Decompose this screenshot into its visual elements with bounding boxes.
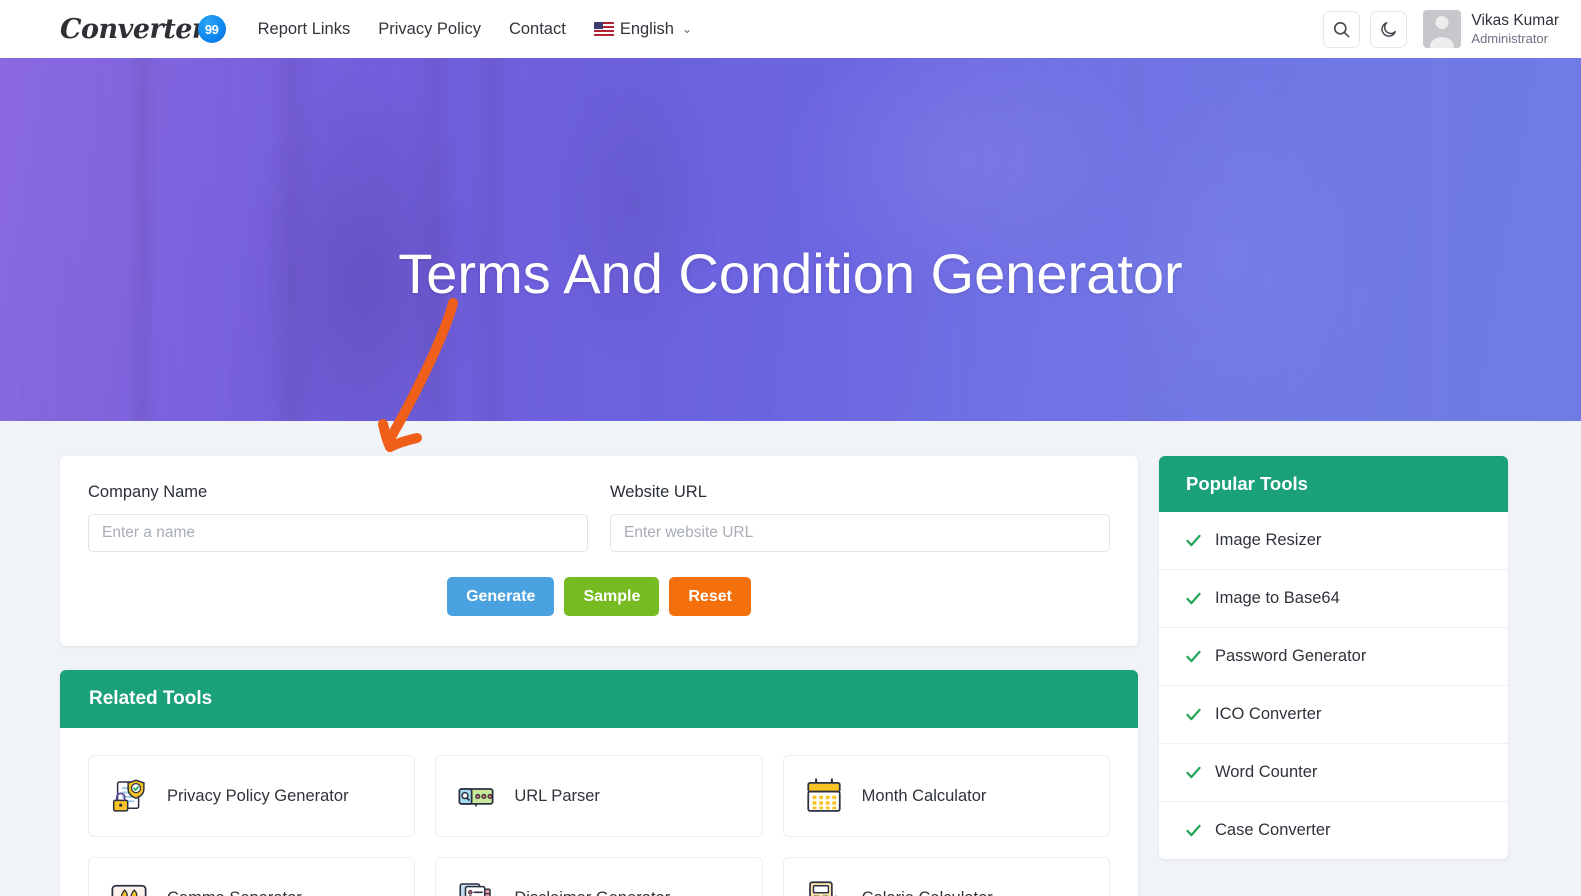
form-buttons: Generate Sample Reset <box>88 577 1110 617</box>
main-navigation: Report Links Privacy Policy Contact Engl… <box>258 20 692 39</box>
check-icon <box>1186 534 1201 547</box>
related-tools-panel: Related Tools Privacy Policy Generator U… <box>60 670 1138 896</box>
popular-tool-label: Password Generator <box>1215 647 1367 665</box>
related-tool-label: Calorie Calculator <box>862 889 993 896</box>
check-icon <box>1186 708 1201 721</box>
left-column: Company Name Website URL Generate Sample… <box>60 456 1138 896</box>
popular-tool-password-generator[interactable]: Password Generator <box>1159 628 1508 686</box>
search-icon <box>1334 21 1350 37</box>
related-tool-label: Privacy Policy Generator <box>167 786 349 805</box>
popular-tool-image-to-base64[interactable]: Image to Base64 <box>1159 570 1508 628</box>
user-menu[interactable]: Vikas Kumar Administrator <box>1423 10 1559 48</box>
generate-button[interactable]: Generate <box>447 577 555 617</box>
popular-tool-image-resizer[interactable]: Image Resizer <box>1159 512 1508 570</box>
website-url-input[interactable] <box>610 514 1110 552</box>
popular-tool-label: Image Resizer <box>1215 531 1322 549</box>
header-actions: Vikas Kumar Administrator <box>1323 10 1559 48</box>
calculator-apple-icon <box>808 881 837 896</box>
popular-tool-case-converter[interactable]: Case Converter <box>1159 802 1508 859</box>
logo-text: Converter <box>60 13 206 45</box>
checklist-pencil-icon <box>459 883 492 896</box>
website-url-label: Website URL <box>610 483 707 501</box>
popular-tool-label: ICO Converter <box>1215 705 1322 723</box>
related-tools-grid: Privacy Policy Generator URL Parser Mont… <box>60 728 1138 896</box>
site-header: Converter 99 Report Links Privacy Policy… <box>0 0 1581 58</box>
related-tool-label: Comma Separator <box>167 889 302 896</box>
related-tool-label: Disclaimer Generator <box>514 889 670 896</box>
company-name-field-group: Company Name <box>88 483 588 552</box>
url-parser-icon <box>458 788 494 807</box>
us-flag-icon <box>593 22 614 36</box>
related-tool-url-parser[interactable]: URL Parser <box>435 755 763 838</box>
dark-mode-toggle[interactable] <box>1370 10 1408 48</box>
popular-tools-panel: Popular Tools Image Resizer Image to Bas… <box>1159 456 1508 859</box>
popular-tool-label: Word Counter <box>1215 763 1318 781</box>
right-column: Popular Tools Image Resizer Image to Bas… <box>1159 456 1508 859</box>
nav-link-report-links[interactable]: Report Links <box>258 20 351 39</box>
nav-link-contact[interactable]: Contact <box>509 20 566 39</box>
popular-tools-title: Popular Tools <box>1159 456 1508 512</box>
user-info: Vikas Kumar Administrator <box>1471 11 1559 47</box>
logo-badge: 99 <box>197 15 226 43</box>
hero-banner: Terms And Condition Generator <box>0 58 1581 421</box>
check-icon <box>1186 650 1201 663</box>
related-tool-calorie-calculator[interactable]: Calorie Calculator <box>782 857 1110 896</box>
moon-icon <box>1381 21 1397 37</box>
check-icon <box>1186 766 1201 779</box>
search-button[interactable] <box>1323 10 1361 48</box>
language-selector[interactable]: English ⌄ <box>593 19 693 39</box>
site-logo[interactable]: Converter 99 <box>60 14 226 45</box>
chevron-down-icon: ⌄ <box>681 22 693 36</box>
related-tool-disclaimer-generator[interactable]: Disclaimer Generator <box>435 857 763 896</box>
calendar-icon <box>807 778 841 812</box>
form-fields-row: Company Name Website URL <box>88 483 1110 552</box>
related-tool-label: URL Parser <box>514 786 600 805</box>
reset-button[interactable]: Reset <box>669 577 751 617</box>
main-content: Company Name Website URL Generate Sample… <box>0 421 1581 896</box>
company-name-label: Company Name <box>88 483 208 501</box>
related-tool-label: Month Calculator <box>861 786 987 805</box>
popular-tool-label: Case Converter <box>1215 821 1331 839</box>
company-name-input[interactable] <box>88 514 588 552</box>
sample-button[interactable]: Sample <box>564 577 660 617</box>
popular-tool-word-counter[interactable]: Word Counter <box>1159 744 1508 802</box>
speech-bubble-comma-icon <box>111 885 147 896</box>
popular-tool-ico-converter[interactable]: ICO Converter <box>1159 686 1508 744</box>
related-tools-title: Related Tools <box>60 670 1138 729</box>
website-url-field-group: Website URL <box>610 483 1110 552</box>
generator-form: Company Name Website URL Generate Sample… <box>60 456 1138 647</box>
nav-link-privacy-policy[interactable]: Privacy Policy <box>378 20 481 39</box>
check-icon <box>1186 592 1201 605</box>
popular-tool-label: Image to Base64 <box>1215 589 1340 607</box>
related-tool-month-calculator[interactable]: Month Calculator <box>782 755 1110 838</box>
related-tool-privacy-policy-generator[interactable]: Privacy Policy Generator <box>88 755 416 838</box>
avatar <box>1423 10 1462 48</box>
popular-tools-list: Image Resizer Image to Base64 Password G… <box>1159 512 1508 859</box>
page-title: Terms And Condition Generator <box>398 241 1183 305</box>
check-icon <box>1186 824 1201 837</box>
language-label: English <box>619 19 674 38</box>
user-name: Vikas Kumar <box>1471 12 1559 30</box>
user-role: Administrator <box>1471 30 1548 46</box>
document-shield-lock-icon <box>112 779 145 812</box>
related-tool-comma-separator[interactable]: Comma Separator <box>88 857 416 896</box>
